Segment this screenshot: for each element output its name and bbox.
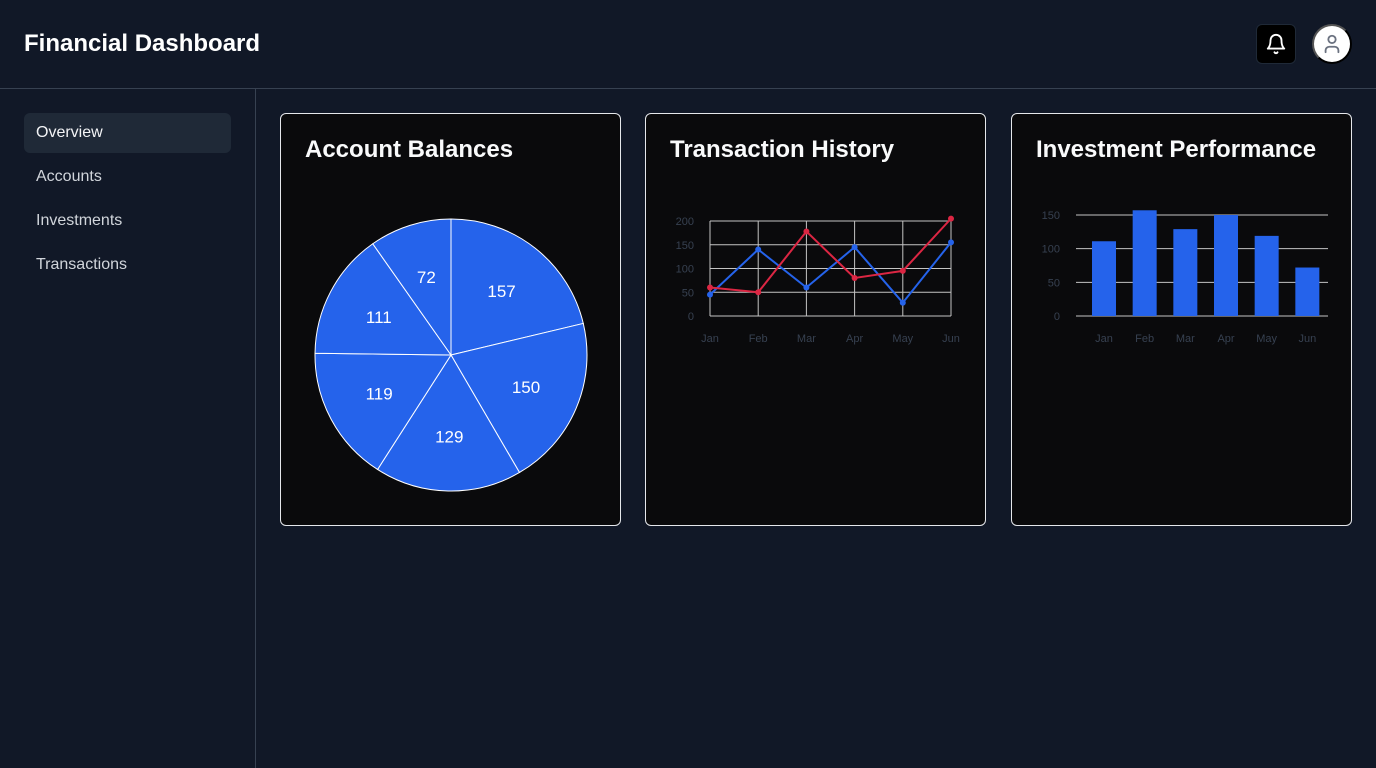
- data-point: [899, 299, 906, 306]
- data-point: [707, 291, 713, 298]
- x-tick-label: Jun: [942, 333, 960, 345]
- x-tick-label: Feb: [1135, 333, 1154, 345]
- x-tick-label: Mar: [1176, 333, 1195, 345]
- bell-icon: [1266, 34, 1286, 55]
- x-tick-label: Feb: [749, 333, 768, 345]
- bar: [1092, 241, 1116, 316]
- pie-slice-label: 119: [366, 385, 393, 404]
- x-tick-label: Apr: [846, 333, 863, 345]
- profile-button[interactable]: [1312, 24, 1352, 64]
- bar: [1214, 215, 1238, 316]
- user-icon: [1324, 34, 1340, 54]
- x-tick-label: Jun: [1298, 333, 1316, 345]
- x-tick-label: Apr: [1217, 333, 1234, 345]
- y-tick-label: 200: [676, 216, 694, 228]
- sidebar-item-investments[interactable]: Investments: [24, 201, 231, 241]
- x-tick-label: Jan: [1095, 333, 1113, 345]
- series-line: [709, 217, 952, 294]
- notifications-button[interactable]: [1256, 24, 1296, 64]
- y-tick-label: 150: [1042, 210, 1060, 222]
- data-point: [851, 275, 858, 281]
- pie-slice-label: 150: [512, 378, 540, 397]
- x-tick-label: Mar: [797, 333, 816, 345]
- x-tick-label: May: [1256, 333, 1277, 345]
- x-tick-label: Jan: [701, 333, 719, 345]
- data-point: [755, 289, 762, 296]
- pie-slice-label: 157: [487, 282, 515, 301]
- data-point: [851, 244, 858, 251]
- data-point: [803, 284, 810, 291]
- data-point: [803, 228, 810, 235]
- y-tick-label: 0: [688, 311, 694, 323]
- app-header: Financial Dashboard: [0, 0, 1376, 89]
- bar: [1173, 229, 1198, 316]
- bar: [1295, 267, 1320, 316]
- y-tick-label: 50: [1048, 277, 1060, 289]
- data-point: [948, 239, 954, 246]
- pie-slice-label: 129: [435, 428, 463, 447]
- bar: [1132, 210, 1157, 316]
- pie-slice-label: 111: [366, 308, 392, 327]
- transaction-history-card: Transaction History 0 50 100 150 200 Jan Feb Ma…: [645, 113, 986, 526]
- data-point: [948, 215, 954, 222]
- account-balances-pie-chart: 157 150 129 119 111 72: [314, 218, 588, 492]
- investment-performance-bar-chart: 0 50 100 150 Jan Feb Mar Apr May Jun: [1042, 210, 1328, 345]
- page-title: Financial Dashboard: [24, 30, 261, 57]
- y-tick-label: 100: [676, 264, 694, 276]
- x-tick-label: May: [892, 333, 913, 345]
- y-tick-label: 0: [1054, 311, 1060, 323]
- data-point: [899, 267, 906, 274]
- y-tick-label: 150: [676, 240, 694, 252]
- data-point: [707, 284, 713, 291]
- series-line: [709, 241, 952, 305]
- sidebar-item-transactions[interactable]: Transactions: [24, 245, 231, 285]
- sidebar-item-accounts[interactable]: Accounts: [24, 157, 231, 197]
- sidebar-item-overview[interactable]: Overview: [24, 113, 231, 153]
- investment-performance-card: Investment Performance 0 50 100 150 Jan Feb Ma…: [1011, 113, 1352, 526]
- bar: [1254, 235, 1279, 316]
- sidebar: Overview Accounts Investments Transactio…: [0, 89, 256, 768]
- pie-slice-label: 72: [417, 268, 436, 287]
- transaction-history-line-chart: 0 50 100 150 200 Jan Feb Mar Apr May Jun: [676, 215, 960, 345]
- data-point: [755, 246, 762, 253]
- account-balances-card: Account Balances 157 150 129 119 111 72: [280, 113, 621, 526]
- y-tick-label: 100: [1042, 244, 1060, 256]
- y-tick-label: 50: [682, 287, 694, 299]
